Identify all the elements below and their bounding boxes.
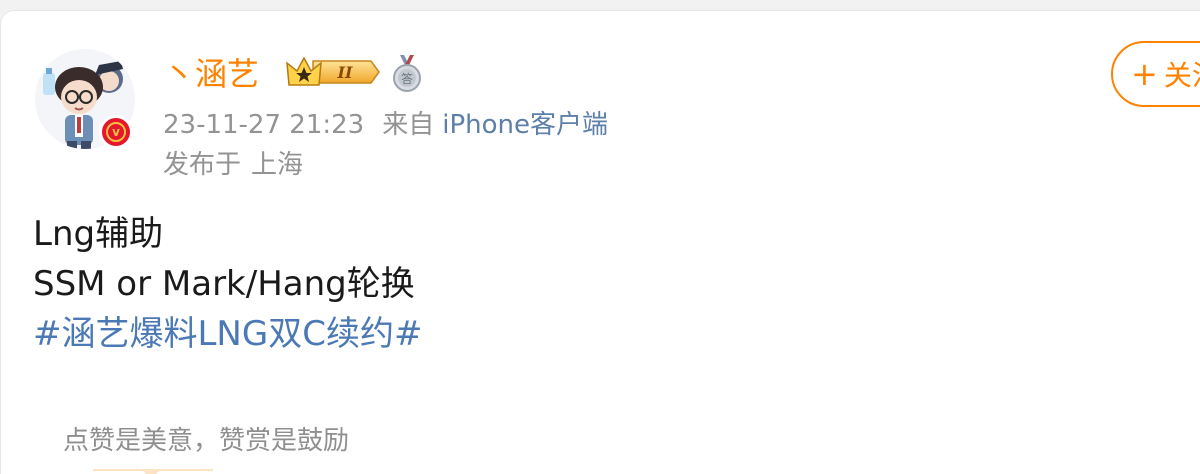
- reward-prompt[interactable]: 点赞是美意，赞赏是鼓励: [45, 405, 425, 474]
- plus-icon: +: [1131, 55, 1158, 93]
- post-timestamp: 23-11-27 21:23: [163, 110, 365, 140]
- follow-button[interactable]: +关注: [1111, 41, 1200, 107]
- post-meta: 23-11-27 21:23 来自 iPhone客户端: [163, 107, 608, 143]
- location-value: 上海: [251, 150, 304, 180]
- source-link[interactable]: iPhone客户端: [442, 110, 608, 140]
- reward-text: 点赞是美意，赞赏是鼓励: [63, 426, 350, 456]
- vip-letter: v: [106, 122, 126, 142]
- post-location: 发布于 上海: [163, 147, 303, 183]
- medal-label: 答: [401, 71, 413, 86]
- post-content: Lng辅助 SSM or Mark/Hang轮换 #涵艺爆料LNG双C续约#: [33, 209, 422, 359]
- from-label: 来自: [382, 110, 435, 140]
- crown-level-icon[interactable]: II: [285, 55, 381, 89]
- location-label: 发布于: [163, 150, 242, 180]
- crown-level-label: II: [337, 63, 353, 82]
- weibo-post-card: v 丶涵艺 II 答 23-11-27 21:23 来自 iPhone客户端 发布于…: [0, 10, 1200, 474]
- follow-label: 关注: [1163, 59, 1200, 92]
- author-avatar[interactable]: v: [33, 41, 139, 153]
- content-line-1: Lng辅助: [33, 214, 164, 254]
- vip-badge-icon: v: [99, 115, 133, 149]
- hashtag-link[interactable]: #涵艺爆料LNG双C续约#: [33, 309, 422, 359]
- reward-arrow-icon: [141, 469, 161, 474]
- author-name[interactable]: 丶涵艺: [163, 52, 259, 96]
- content-line-2: SSM or Mark/Hang轮换: [33, 264, 415, 304]
- medal-icon[interactable]: 答: [389, 53, 425, 93]
